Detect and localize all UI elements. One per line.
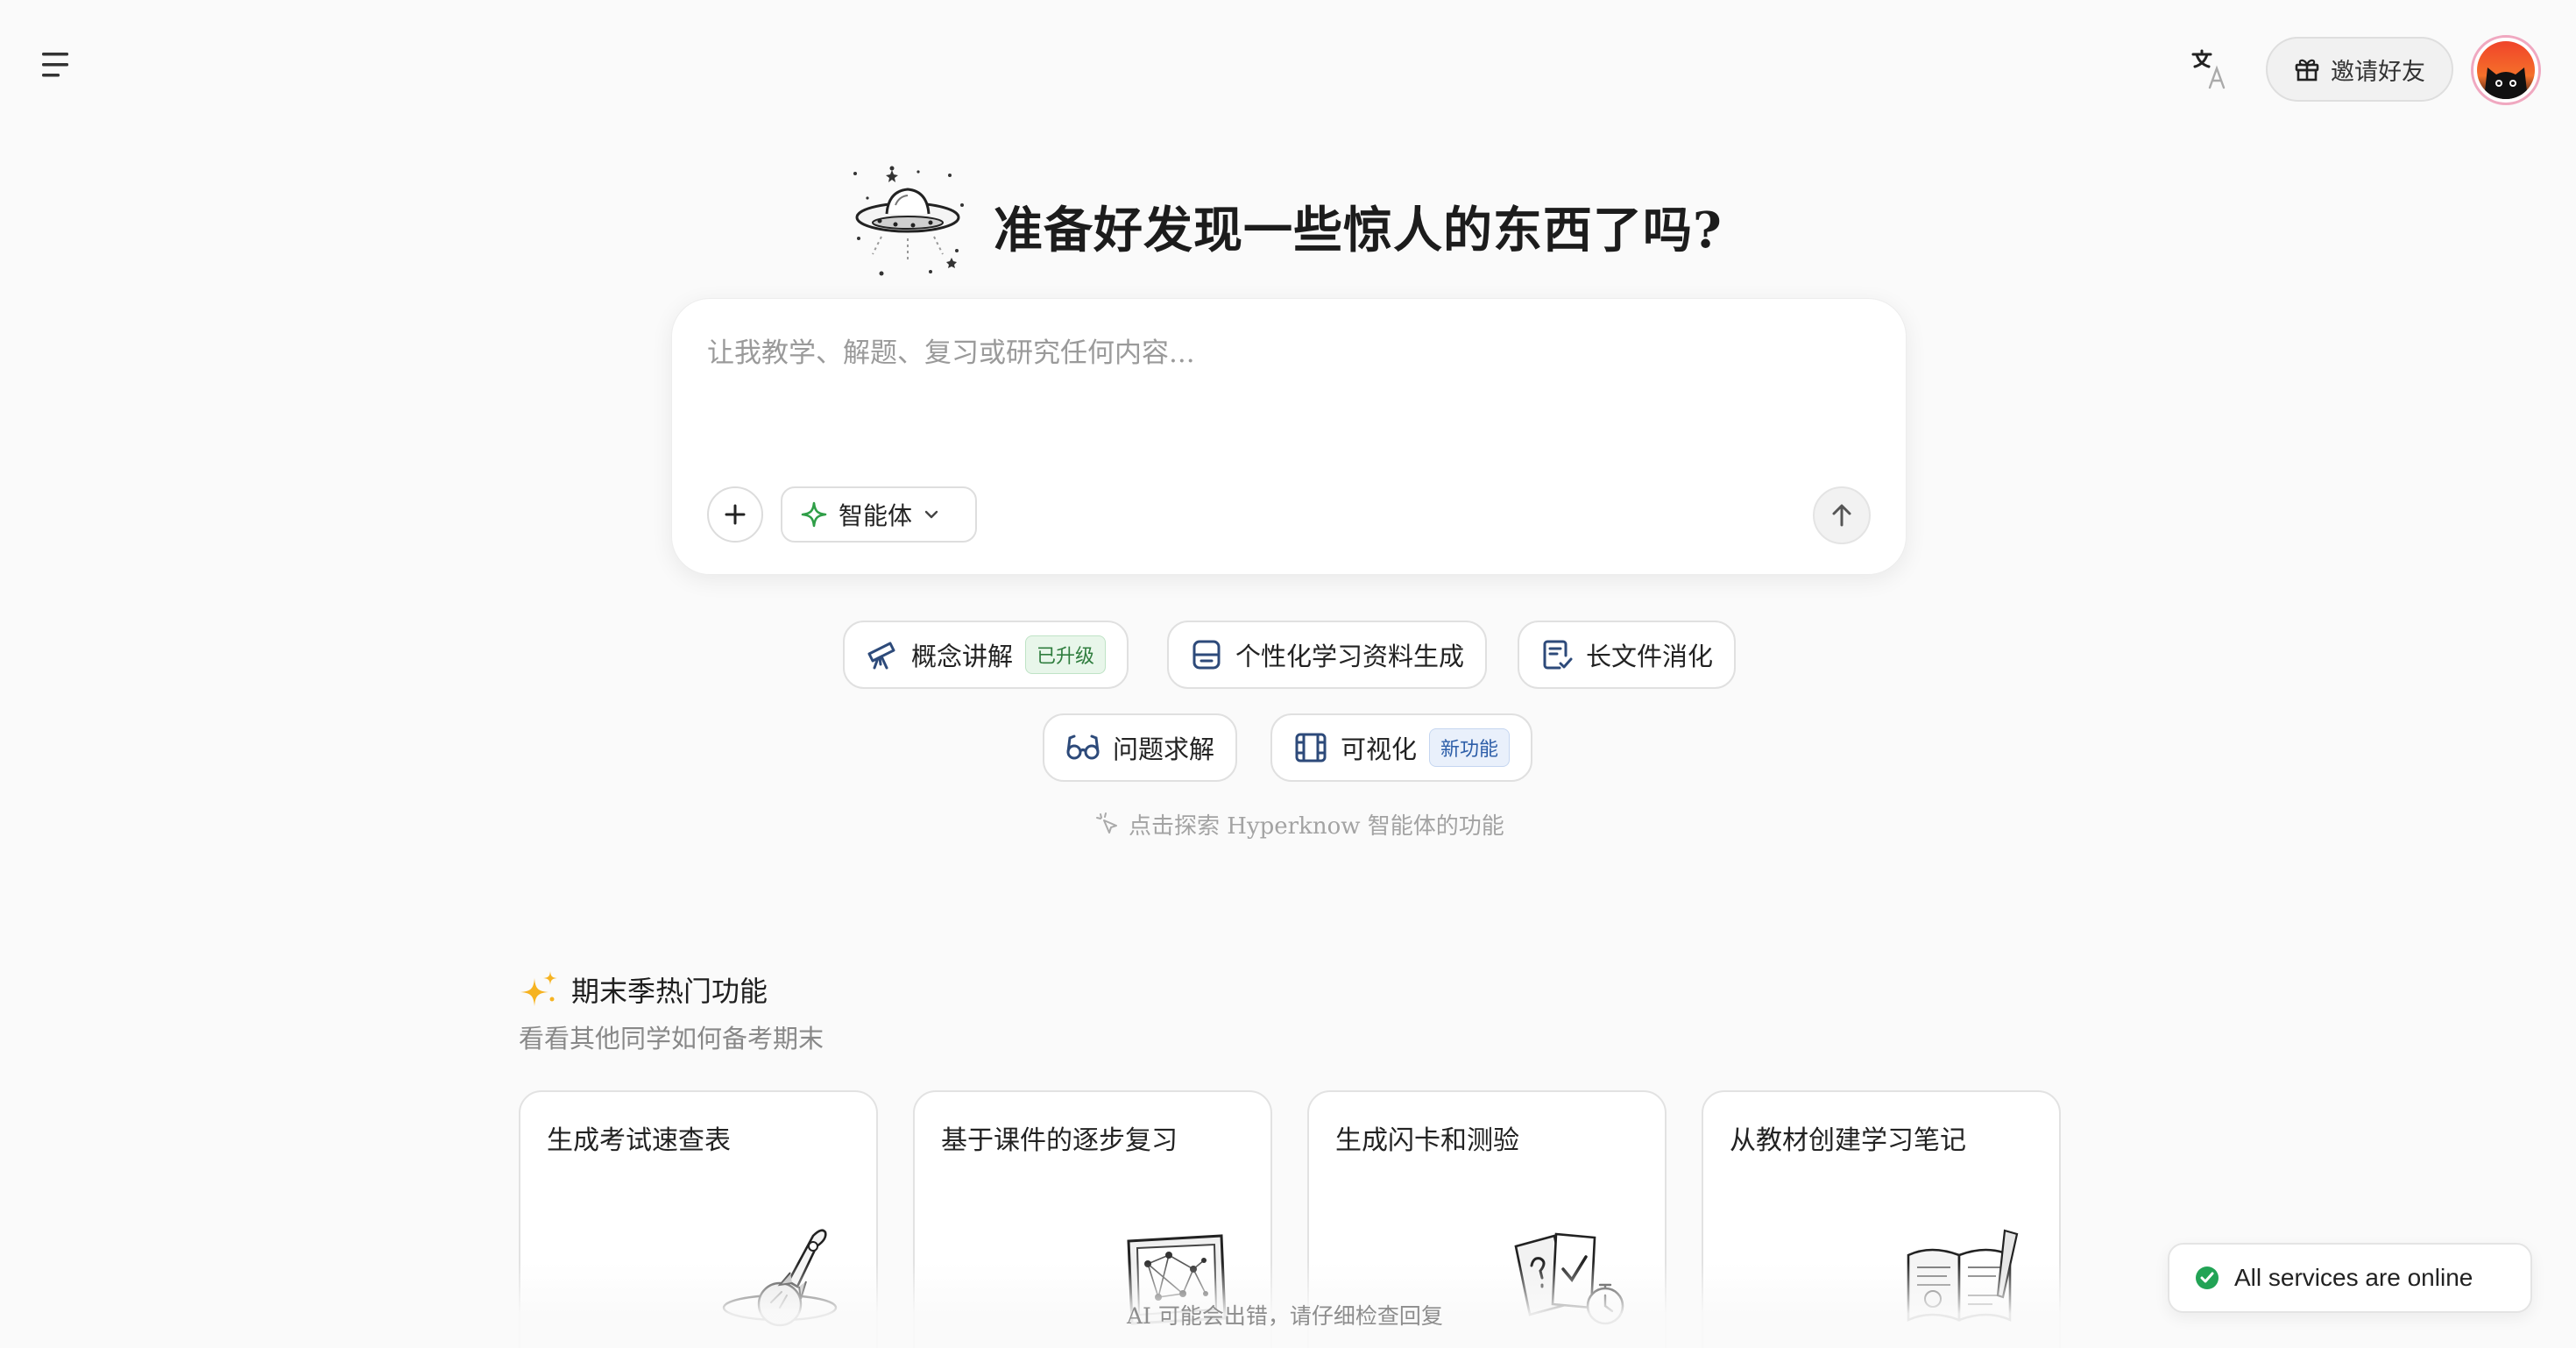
new-feature-badge: 新功能 xyxy=(1429,728,1511,767)
check-circle-icon xyxy=(2196,1266,2219,1289)
section-subtitle: 看看其他同学如何备考期末 xyxy=(519,1024,824,1054)
section-title: 期末季热门功能 xyxy=(571,975,768,1008)
composer: 智能体 xyxy=(671,298,1907,575)
chip-concept-explain[interactable]: 概念讲解 已升级 xyxy=(843,621,1129,689)
invite-label: 邀请好友 xyxy=(2331,58,2425,86)
glasses-icon xyxy=(1066,734,1100,760)
cursor-click-icon xyxy=(1096,812,1117,834)
service-status-toast[interactable]: All services are online xyxy=(2168,1243,2532,1313)
video-icon xyxy=(1295,733,1327,763)
send-button[interactable] xyxy=(1813,486,1871,544)
upgraded-badge: 已升级 xyxy=(1025,635,1107,674)
menu-icon xyxy=(42,53,68,77)
menu-button[interactable] xyxy=(39,49,77,81)
plus-icon xyxy=(725,504,746,525)
agent-label: 智能体 xyxy=(839,501,913,530)
explore-hint-text: 点击探索 Hyperknow 智能体的功能 xyxy=(1129,813,1504,840)
translate-icon xyxy=(2191,49,2226,89)
chip-label: 概念讲解 xyxy=(911,642,1014,671)
page-title: 准备好发现一些惊人的东西了吗? xyxy=(994,202,1723,259)
chevron-down-icon xyxy=(924,510,938,519)
status-label: All services are online xyxy=(2234,1264,2473,1291)
chip-visualization[interactable]: 可视化 新功能 xyxy=(1270,713,1533,782)
card-title: 基于课件的逐步复习 xyxy=(941,1125,1178,1156)
arrow-up-icon xyxy=(1832,504,1851,527)
card-title: 生成闪卡和测验 xyxy=(1335,1125,1519,1156)
add-attachment-button[interactable] xyxy=(707,486,763,543)
prompt-input[interactable] xyxy=(707,330,1864,471)
chip-label: 可视化 xyxy=(1341,734,1418,764)
chip-long-document[interactable]: 长文件消化 xyxy=(1518,621,1737,689)
section-header: 期末季热门功能 xyxy=(519,969,768,1010)
ufo-illustration xyxy=(846,163,969,280)
user-avatar[interactable] xyxy=(2471,35,2541,105)
ai-disclaimer: AI 可能会出错，请仔细检查回复 xyxy=(1127,1303,1443,1329)
telescope-icon xyxy=(867,642,895,670)
agent-selector-button[interactable]: 智能体 xyxy=(781,486,977,543)
sparkle-icon xyxy=(801,501,827,528)
avatar-cat-icon xyxy=(2477,41,2535,99)
explore-agent-hint[interactable]: 点击探索 Hyperknow 智能体的功能 xyxy=(1095,808,1504,841)
chip-label: 个性化学习资料生成 xyxy=(1235,642,1465,671)
sparkles-icon xyxy=(520,971,557,1006)
file-check-icon xyxy=(1543,640,1573,670)
chip-personalized-materials[interactable]: 个性化学习资料生成 xyxy=(1167,621,1488,689)
invite-friends-button[interactable]: 邀请好友 xyxy=(2266,37,2453,102)
translate-button[interactable] xyxy=(2190,47,2229,91)
document-stack-icon xyxy=(1192,640,1221,670)
chip-problem-solving[interactable]: 问题求解 xyxy=(1043,713,1238,782)
chip-label: 问题求解 xyxy=(1113,734,1215,764)
chip-label: 长文件消化 xyxy=(1586,642,1714,671)
card-title: 生成考试速查表 xyxy=(547,1125,731,1156)
card-title: 从教材创建学习笔记 xyxy=(1730,1125,1966,1156)
gift-icon xyxy=(2295,59,2319,82)
